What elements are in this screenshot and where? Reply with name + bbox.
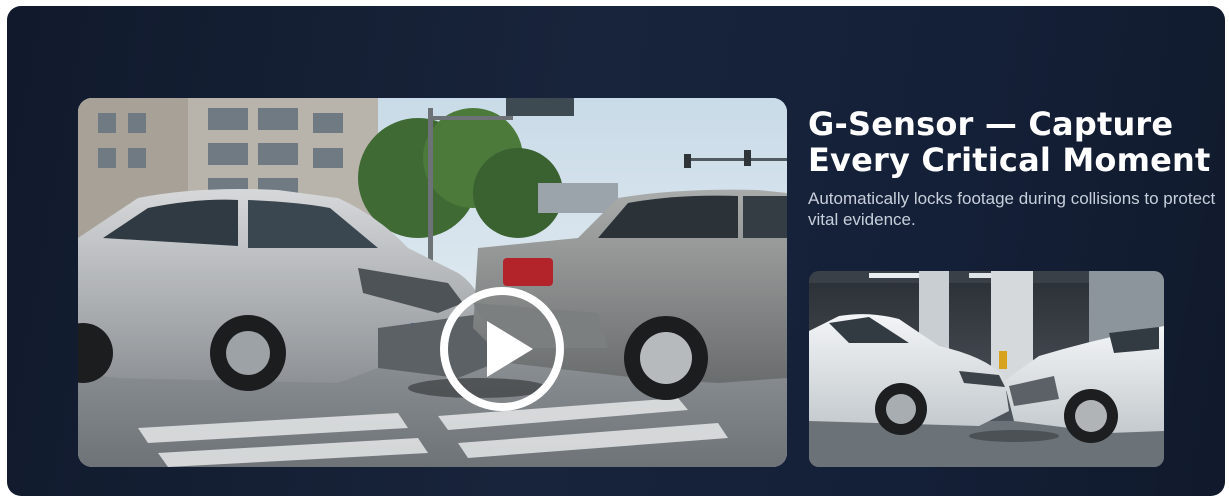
feature-text: G-Sensor — Capture Every Critical Moment… <box>808 106 1218 230</box>
feature-banner: G-Sensor — Capture Every Critical Moment… <box>7 6 1225 496</box>
parking-collision-image <box>809 271 1164 467</box>
headline-line-1: G-Sensor — Capture <box>808 105 1174 143</box>
garage-scene-image <box>809 271 1164 467</box>
feature-description: Automatically locks footage during colli… <box>808 189 1216 229</box>
headline-line-2: Every Critical Moment <box>808 141 1211 179</box>
collision-scene-image <box>78 98 787 467</box>
play-circle-icon[interactable] <box>437 284 567 414</box>
feature-headline: G-Sensor — Capture Every Critical Moment <box>808 106 1218 178</box>
collision-video[interactable] <box>78 98 787 467</box>
